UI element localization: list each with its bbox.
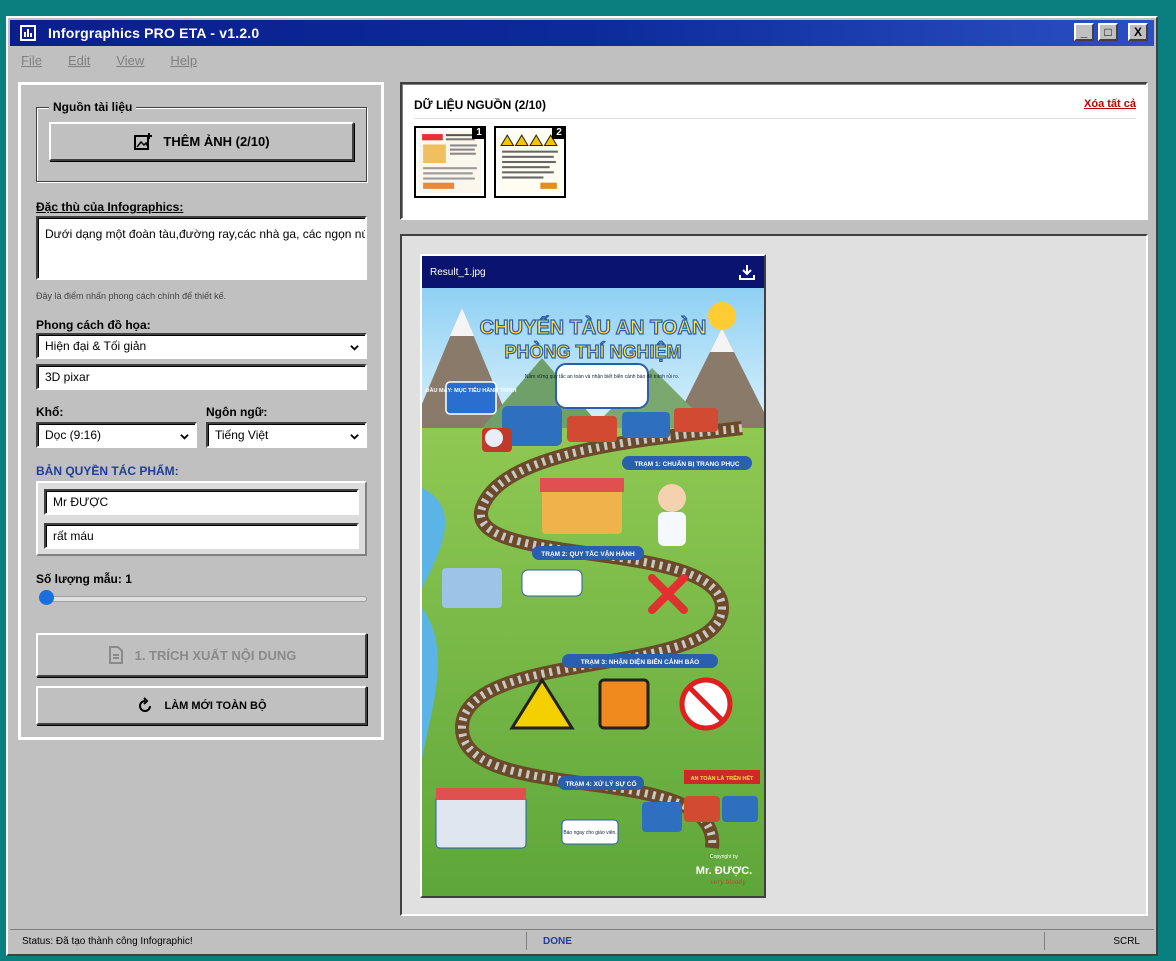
chart-icon	[20, 25, 36, 41]
style-select[interactable]: Hiện đại & Tối giản	[36, 333, 367, 359]
format-select[interactable]: Dọc (9:16)	[36, 422, 197, 448]
thumbnail-image	[419, 131, 481, 193]
refresh-icon	[139, 696, 152, 712]
poster-title-1: CHUYẾN TÀU AN TOÀN	[480, 316, 707, 339]
style-extra-input[interactable]: 3D pixar	[36, 364, 367, 390]
status-bar: Status: Đã tạo thành công Infographic! D…	[10, 929, 1154, 952]
menu-help[interactable]: Help	[159, 50, 208, 72]
reset-button-label: LÀM MỚI TOÀN BỘ	[164, 699, 267, 712]
source-data-panel: DỮ LIỆU NGUỒN (2/10) Xóa tất cả 1 2	[400, 82, 1148, 220]
status-message: Status: Đã tạo thành công Infographic!	[10, 932, 527, 950]
window-title: Inforgraphics PRO ETA - v1.2.0	[48, 25, 260, 41]
samples-slider-track[interactable]	[47, 596, 367, 602]
poster-signature: very bloody	[710, 879, 746, 886]
close-button[interactable]: X	[1128, 23, 1148, 41]
extract-button-label: 1. TRÍCH XUẤT NỘI DUNG	[134, 647, 297, 663]
samples-slider-thumb[interactable]	[39, 590, 54, 605]
extract-button[interactable]: 1. TRÍCH XUẤT NỘI DUNG	[36, 633, 367, 677]
menu-edit[interactable]: Edit	[57, 50, 101, 72]
poster-station-1: TRẠM 1: CHUẨN BỊ TRANG PHỤC	[634, 459, 739, 468]
thumbnail-number: 2	[552, 126, 566, 139]
add-image-label: THÊM ẢNH (2/10)	[163, 134, 270, 149]
poster-station-2: TRẠM 2: QUY TẮC VẬN HÀNH	[541, 549, 635, 558]
chevron-down-icon	[350, 345, 359, 351]
poster-author: Mr. ĐƯỢC.	[696, 865, 752, 877]
document-icon	[108, 646, 123, 664]
maximize-button[interactable]: □	[1098, 23, 1118, 41]
specifics-hint: Đây là điểm nhấn phong cách chính để thi…	[36, 291, 227, 301]
title-bar[interactable]: Inforgraphics PRO ETA - v1.2.0 _ □ X	[10, 20, 1154, 46]
add-image-icon	[134, 132, 153, 150]
thumbnail-image	[499, 131, 561, 193]
reset-button[interactable]: LÀM MỚI TOÀN BỘ	[36, 686, 367, 725]
format-select-value: Dọc (9:16)	[45, 428, 102, 442]
copyright-box: Mr ĐƯỢC rất máu	[36, 481, 367, 556]
source-group-label: Nguồn tài liệu	[49, 100, 137, 114]
status-state: DONE	[527, 932, 1045, 950]
chevron-down-icon	[180, 434, 189, 440]
menu-bar: File Edit View Help	[10, 50, 212, 72]
clear-all-link[interactable]: Xóa tất cả	[1084, 98, 1136, 110]
infographic-image: CHUYẾN TÀU AN TOÀN PHÒNG THÍ NGHIỆM Nắm …	[422, 288, 764, 896]
menu-file[interactable]: File	[10, 50, 53, 72]
poster-bubble: Nắm vững quy tắc an toàn và nhận biết bi…	[525, 373, 679, 380]
result-panel: Result_1.jpg CHUYẾN TÀU AN TOÀN PHÒNG TH…	[400, 234, 1148, 916]
poster-engine-label: ĐẦU MÁY: MỤC TIÊU HÀNH TRÌNH	[426, 386, 517, 394]
specifics-label: Đặc thù của Infographics:	[36, 200, 184, 214]
add-image-button[interactable]: THÊM ẢNH (2/10)	[49, 122, 354, 161]
poster-title-2: PHÒNG THÍ NGHIỆM	[504, 341, 681, 362]
chevron-down-icon	[350, 434, 359, 440]
source-thumbnail[interactable]: 2	[494, 126, 566, 198]
result-card: Result_1.jpg CHUYẾN TÀU AN TOÀN PHÒNG TH…	[420, 254, 766, 898]
thumbnail-number: 1	[472, 126, 486, 139]
source-group: Nguồn tài liệu THÊM ẢNH (2/10)	[36, 100, 367, 182]
menu-view[interactable]: View	[105, 50, 155, 72]
style-select-value: Hiện đại & Tối giản	[45, 339, 147, 353]
style-label: Phong cách đồ họa:	[36, 318, 151, 332]
copyright-author-input[interactable]: Mr ĐƯỢC	[44, 489, 359, 515]
copyright-signature-input[interactable]: rất máu	[44, 523, 359, 549]
format-label: Khổ:	[36, 405, 64, 419]
download-icon[interactable]	[738, 263, 756, 281]
language-select[interactable]: Tiếng Việt	[206, 422, 367, 448]
app-window: Inforgraphics PRO ETA - v1.2.0 _ □ X Fil…	[6, 16, 1158, 956]
poster-report: Báo ngay cho giáo viên.	[563, 830, 616, 836]
result-header: Result_1.jpg	[422, 256, 764, 288]
language-select-value: Tiếng Việt	[215, 428, 269, 442]
source-thumbnail[interactable]: 1	[414, 126, 486, 198]
language-label: Ngôn ngữ:	[206, 405, 268, 419]
minimize-button[interactable]: _	[1074, 23, 1094, 41]
poster-finish: AN TOÀN LÀ TRÊN HẾT	[691, 774, 754, 782]
source-title: DỮ LIỆU NGUỒN (2/10)	[414, 98, 546, 112]
copyright-label: BẢN QUYỀN TÁC PHẨM:	[36, 464, 179, 478]
status-scrl: SCRL	[1113, 935, 1140, 947]
specifics-textarea[interactable]: Dưới dạng một đoàn tàu,đường ray,các nhà…	[36, 216, 367, 280]
result-filename: Result_1.jpg	[430, 266, 486, 278]
settings-panel: Nguồn tài liệu THÊM ẢNH (2/10) Đặc thù c…	[18, 82, 384, 740]
divider	[414, 118, 1136, 119]
poster-station-3: TRẠM 3: NHẬN DIỆN BIỂN CẢNH BÁO	[581, 657, 699, 666]
samples-label: Số lượng mẫu: 1	[36, 572, 132, 586]
poster-copyright: Copyright by	[710, 854, 739, 860]
